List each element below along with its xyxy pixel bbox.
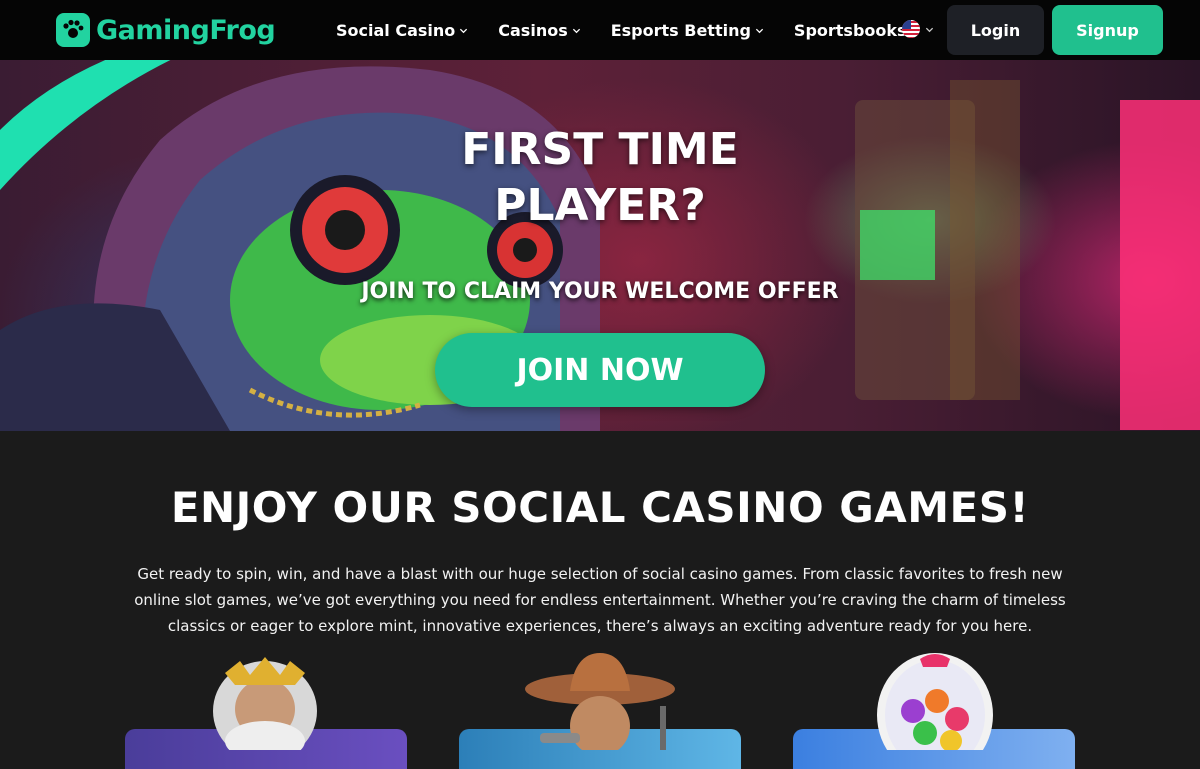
language-selector[interactable] — [902, 20, 934, 38]
logo-text-gaming: Gaming — [96, 14, 210, 46]
site-logo[interactable]: GamingFrog — [56, 12, 276, 48]
nav-esports-betting-label: Esports Betting — [610, 20, 751, 40]
logo-text-frog: Frog — [209, 14, 276, 46]
nav-sportsbooks[interactable]: Sportsbooks — [794, 21, 920, 40]
social-casino-games-section: ENJOY OUR SOCIAL CASINO GAMES! Get ready… — [0, 431, 1200, 769]
cowboy-character-art[interactable] — [520, 651, 680, 750]
nav-sportsbooks-label: Sportsbooks — [793, 20, 907, 40]
hero-banner: FIRST TIME PLAYER? JOIN TO CLAIM YOUR WE… — [0, 60, 1200, 431]
login-button[interactable]: Login — [947, 5, 1044, 55]
top-navigation-bar: GamingFrog Social Casino Casinos Esports… — [0, 0, 1200, 60]
hero-title: FIRST TIME PLAYER? — [0, 122, 1200, 234]
join-now-button[interactable]: JOIN NOW — [435, 333, 765, 407]
nav-casinos[interactable]: Casinos — [498, 21, 580, 40]
chevron-down-icon — [755, 28, 764, 33]
gumball-machine-art[interactable] — [865, 653, 1005, 750]
nav-social-casino-label: Social Casino — [336, 20, 456, 40]
nav-social-casino[interactable]: Social Casino — [336, 21, 468, 40]
chevron-down-icon — [925, 27, 934, 32]
zeus-character-art[interactable] — [195, 651, 335, 750]
frog-hand-icon — [56, 13, 90, 47]
hero-title-line1: FIRST TIME — [461, 124, 739, 175]
chevron-down-icon — [572, 28, 580, 33]
hero-title-line2: PLAYER? — [494, 180, 706, 231]
nav-casinos-label: Casinos — [498, 20, 568, 40]
section-description: Get ready to spin, win, and have a blast… — [134, 565, 1066, 635]
hero-subtitle: JOIN TO CLAIM YOUR WELCOME OFFER — [361, 279, 839, 304]
us-flag-icon — [902, 20, 920, 38]
section-title: ENJOY OUR SOCIAL CASINO GAMES! — [170, 483, 1030, 532]
nav-esports-betting[interactable]: Esports Betting — [611, 21, 764, 40]
signup-button[interactable]: Signup — [1052, 5, 1163, 55]
main-nav: Social Casino Casinos Esports Betting Sp… — [336, 0, 950, 60]
logo-wordmark: GamingFrog — [96, 14, 276, 46]
chevron-down-icon — [460, 28, 468, 33]
